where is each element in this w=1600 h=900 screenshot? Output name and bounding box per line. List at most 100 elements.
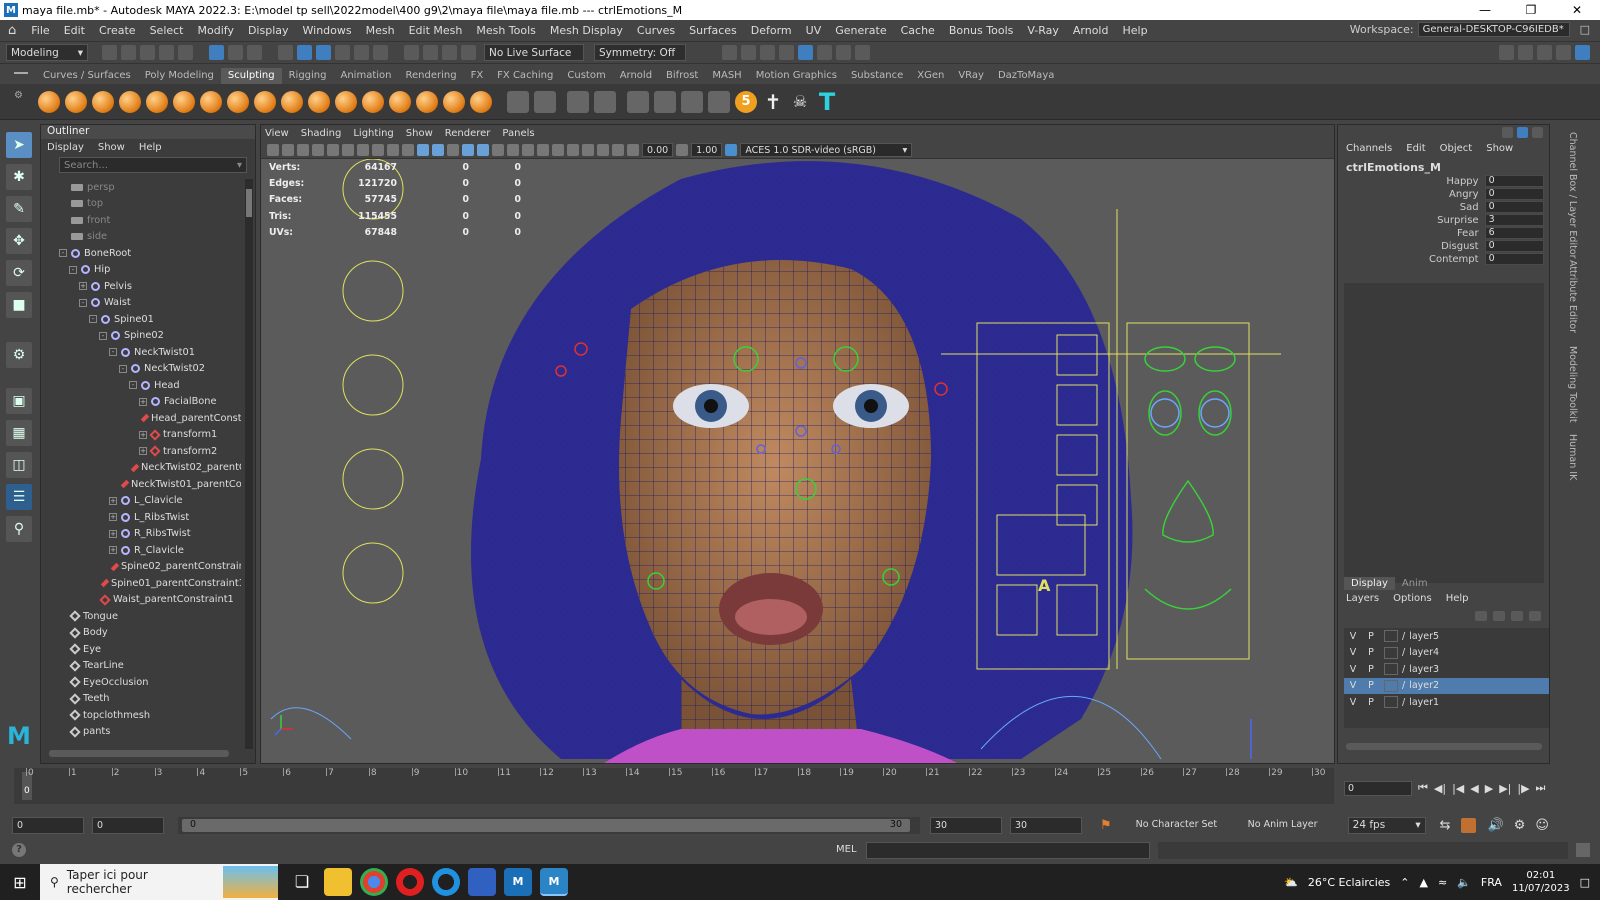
menu-uv[interactable]: UV (799, 24, 829, 37)
side-tab-channel-box-layer-editor[interactable]: Channel Box / Layer Editor (1567, 132, 1578, 259)
show-manipulator-icon[interactable]: ⚙ (6, 342, 32, 368)
expand-toggle-icon[interactable]: + (109, 529, 117, 538)
smear-tool-icon[interactable] (416, 90, 438, 113)
outliner-row[interactable]: Tongue (41, 608, 241, 625)
knife-tool-icon[interactable] (389, 90, 411, 113)
menu-display[interactable]: Display (241, 24, 296, 37)
repeat-tool-icon[interactable] (254, 90, 276, 113)
smooth-tool-icon[interactable] (65, 90, 87, 113)
layer-visibility-toggle[interactable]: V (1344, 664, 1362, 675)
shelf-tab-fx-caching[interactable]: FX Caching (490, 68, 560, 84)
menu-mesh-display[interactable]: Mesh Display (543, 24, 630, 37)
safe-action-icon[interactable] (402, 143, 414, 156)
sculpt-tool-icon[interactable] (38, 90, 60, 113)
anti-aliasing-icon[interactable] (552, 143, 564, 156)
outliner-row[interactable]: - Head (41, 377, 241, 394)
layer-name[interactable]: layer1 (1405, 697, 1439, 708)
step-forward-key-icon[interactable]: ▶| (1499, 782, 1511, 795)
viewport-menu-show[interactable]: Show (406, 128, 433, 139)
expand-toggle-icon[interactable]: - (79, 298, 87, 307)
four-view-icon[interactable]: ▦ (6, 420, 32, 446)
time-slider[interactable]: 0 0 1 2 3 4 5 6 7 8 9 10 11 12 13 14 15 16 17 18 19 20 21 22 23… (0, 768, 1340, 808)
playback-end-field[interactable]: 30 (930, 816, 1002, 834)
cycle-icon[interactable] (461, 45, 476, 60)
outliner-row[interactable]: side (41, 229, 241, 246)
layer-playback-toggle[interactable]: P (1362, 697, 1380, 708)
relax-tool-icon[interactable] (92, 90, 114, 113)
amplify-tool-icon[interactable] (470, 90, 492, 113)
play-forward-icon[interactable]: ▶ (1485, 782, 1493, 795)
outliner-row[interactable]: - NeckTwist02 (41, 361, 241, 378)
help-icon[interactable]: ? (12, 843, 26, 857)
wireframe-icon[interactable] (417, 143, 429, 156)
shelf-tab-poly-modeling[interactable]: Poly Modeling (138, 68, 221, 84)
outliner-row[interactable]: + R_RibsTwist (41, 526, 241, 543)
outliner-menu-display[interactable]: Display (47, 142, 84, 153)
weather-text[interactable]: 26°C Eclaircies (1308, 876, 1390, 889)
shelf-tab-curves-surfaces[interactable]: Curves / Surfaces (36, 68, 138, 84)
volume-icon[interactable]: 🔈 (1457, 876, 1471, 889)
shelf-tab-daztomaya[interactable]: DazToMaya (991, 68, 1061, 84)
shelf-tab-bifrost[interactable]: Bifrost (659, 68, 705, 84)
image-plane-icon[interactable] (312, 143, 324, 156)
light-editor-icon[interactable] (836, 45, 851, 60)
fill-tool-icon[interactable] (362, 90, 384, 113)
menu-generate[interactable]: Generate (828, 24, 893, 37)
gamma-field[interactable]: 1.00 (691, 142, 723, 157)
outliner-row[interactable]: + FacialBone (41, 394, 241, 411)
layer-color-swatch[interactable] (1384, 696, 1398, 709)
channel-box-info-icon[interactable] (1517, 127, 1528, 138)
menu-arnold[interactable]: Arnold (1066, 24, 1116, 37)
outliner-row[interactable]: + Pelvis (41, 278, 241, 295)
shelf-tab-fx[interactable]: FX (464, 68, 491, 84)
task-view-icon[interactable]: ❏ (288, 868, 316, 896)
outliner-row[interactable]: Spine01_parentConstraint1 (41, 575, 241, 592)
wireframe-on-shaded-icon[interactable] (462, 143, 474, 156)
loop-icon[interactable]: ⇆ (1440, 818, 1451, 833)
outliner-row[interactable]: NeckTwist02_parentC (41, 460, 241, 477)
ipr-render-icon[interactable] (760, 45, 775, 60)
live-surface-field[interactable]: No Live Surface (484, 44, 584, 61)
menu-curves[interactable]: Curves (630, 24, 682, 37)
shelf-tab-rendering[interactable]: Rendering (398, 68, 463, 84)
layer-visibility-toggle[interactable]: V (1344, 697, 1362, 708)
side-tab-human-ik[interactable]: Human IK (1567, 434, 1578, 480)
imprint-tool-icon[interactable] (281, 90, 303, 113)
magnet-icon[interactable] (442, 45, 457, 60)
paint-select-icon[interactable]: ✎ (6, 196, 32, 222)
film-gate-icon[interactable] (342, 143, 354, 156)
menu-bonus-tools[interactable]: Bonus Tools (942, 24, 1021, 37)
snap-point-icon[interactable] (316, 45, 331, 60)
lock-icon[interactable]: □ (1580, 23, 1590, 36)
layer-row[interactable]: V P / layer1 (1344, 694, 1549, 711)
keyboard-language[interactable]: FRA (1481, 876, 1502, 889)
flatten-tool-icon[interactable] (173, 90, 195, 113)
render-view-icon[interactable] (722, 45, 737, 60)
outliner-row[interactable]: EyeOcclusion (41, 674, 241, 691)
channel-box-icon[interactable] (1575, 45, 1590, 60)
outliner-row[interactable]: - Spine02 (41, 328, 241, 345)
deformer-icon[interactable] (681, 90, 703, 113)
pause-viewport-icon[interactable] (855, 45, 870, 60)
shelf-tab-arnold[interactable]: Arnold (613, 68, 659, 84)
select-tool-icon[interactable]: ➤ (6, 132, 32, 158)
new-layer-selected-icon[interactable] (1529, 611, 1541, 621)
bookmark-icon[interactable] (297, 143, 309, 156)
ambient-occlusion-icon[interactable] (522, 143, 534, 156)
layer-playback-toggle[interactable]: P (1362, 647, 1380, 658)
script-language-toggle[interactable]: MEL (836, 844, 857, 855)
shadows-icon[interactable] (507, 143, 519, 156)
outliner-row[interactable]: + R_Clavicle (41, 542, 241, 559)
menu-cache[interactable]: Cache (894, 24, 942, 37)
animation-end-field[interactable]: 30 (1010, 816, 1082, 834)
t-pose-icon[interactable]: T (816, 88, 838, 116)
modeling-toolkit-icon[interactable] (1499, 45, 1514, 60)
freeze-tool-icon[interactable] (507, 90, 529, 113)
rotate-tool-icon[interactable]: ⟳ (6, 260, 32, 286)
animation-start-field[interactable]: 0 (12, 816, 84, 834)
expand-toggle-icon[interactable]: - (119, 364, 127, 373)
default-material-icon[interactable] (447, 143, 459, 156)
spray-tool-icon[interactable] (227, 90, 249, 113)
expand-toggle-icon[interactable]: - (69, 265, 77, 274)
current-frame-field[interactable]: 0 (1344, 780, 1412, 796)
